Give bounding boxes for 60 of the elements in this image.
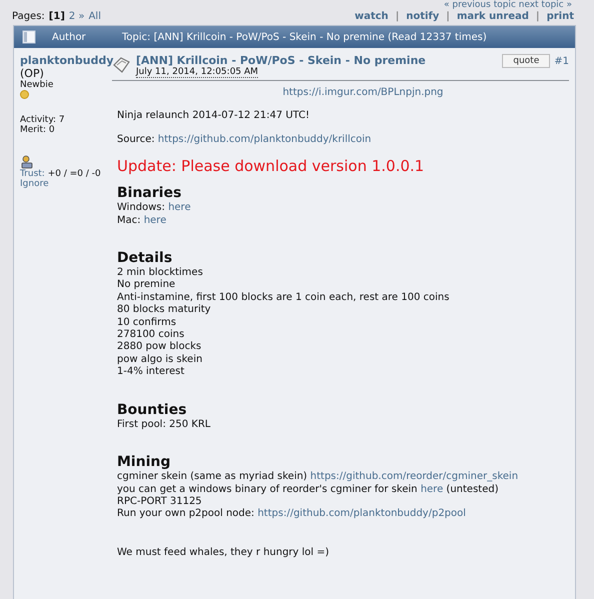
post-text: you can get a windows binary of reorder's cgminer for skein here (untested) <box>117 484 500 496</box>
rank-label: Newbie <box>20 80 54 90</box>
action-link[interactable]: print <box>546 11 574 22</box>
section-heading: Bounties <box>117 400 188 419</box>
ignore-link[interactable]: Ignore <box>20 179 49 189</box>
post-title-link[interactable]: [ANN] Krillcoin - PoW/PoS - Skein - No premine <box>136 54 426 67</box>
page-link[interactable]: 2 » <box>68 11 85 22</box>
post-text: Ninja relaunch 2014-07-12 21:47 UTC! <box>117 110 310 123</box>
post-text: RPC-PORT 31125 <box>117 496 203 508</box>
action-link[interactable]: watch <box>354 11 388 22</box>
post-text: cgminer skein (same as myriad skein) https://github.com/reorder/cgminer_skein <box>117 471 520 484</box>
separator: | <box>446 11 450 22</box>
post-text: 2 min blocktimes <box>117 267 204 279</box>
post-number-link[interactable]: #1 <box>554 56 569 67</box>
post-link[interactable]: here <box>144 214 166 226</box>
post-text: 1-4% interest <box>117 366 186 379</box>
section-heading: Binaries <box>117 184 182 202</box>
page-icon <box>22 30 36 44</box>
post-text: Mac: here <box>117 214 168 228</box>
post-text: 10 confirms <box>117 316 178 329</box>
separator: | <box>395 11 400 22</box>
user-icon[interactable] <box>20 155 34 169</box>
topic-navigation-link[interactable]: « previous topic next topic » <box>444 0 572 11</box>
post-text: Windows: here <box>117 202 192 215</box>
post-text: We must feed whales, they r hungry lol =) <box>117 546 330 560</box>
action-link[interactable]: mark unread <box>456 11 529 22</box>
separator: | <box>536 11 540 22</box>
section-heading: Mining <box>117 453 172 471</box>
post-link[interactable]: https://github.com/planktonbuddy/p2pool <box>258 508 466 520</box>
post-text: Anti-instamine, first 100 blocks are 1 coin each, rest are 100 coins <box>117 292 450 304</box>
image-link[interactable]: https://i.imgur.com/BPLnpjn.png <box>117 87 569 100</box>
post-link[interactable]: https://github.com/reorder/cgminer_skein <box>310 471 518 482</box>
author-column-heading: Author <box>52 32 87 42</box>
post-icon <box>112 56 132 74</box>
post-text: 278100 coins <box>117 329 186 341</box>
action-link[interactable]: notify <box>406 11 440 22</box>
username-link[interactable]: planktonbuddy <box>20 54 114 67</box>
op-tag: (OP) <box>20 67 44 80</box>
pages-label: Pages: <box>12 11 45 22</box>
current-page: [1] <box>48 11 65 22</box>
page-link[interactable]: All <box>88 11 101 22</box>
topic-heading: Topic: [ANN] Krillcoin - PoW/PoS - Skein - No premine (Read 12337 times) <box>122 32 487 42</box>
post-text: First pool: 250 KRL <box>117 418 212 432</box>
post-text: pow algo is skein <box>117 354 204 366</box>
activity-label: Activity: 7 <box>20 115 65 125</box>
merit-label: Merit: 0 <box>20 125 55 135</box>
post-text: 80 blocks maturity <box>117 304 212 317</box>
post-text: Run your own p2pool node: https://github.com/planktonbuddy/p2pool <box>117 508 467 521</box>
trust-score: Trust: +0 / =0 / -0 <box>20 169 101 179</box>
post-link[interactable]: https://github.com/planktonbuddy/krillcoin <box>158 134 372 145</box>
post-link[interactable]: here <box>420 484 444 494</box>
post-text: Source: https://github.com/planktonbuddy/krillcoin <box>117 134 372 146</box>
post-link[interactable]: here <box>168 202 191 214</box>
update-notice: Update: Please download version 1.0.0.1 <box>117 156 426 176</box>
quote-button[interactable]: quote <box>502 54 550 68</box>
section-heading: Details <box>117 249 174 267</box>
post-date: July 11, 2014, 12:05:05 AM <box>136 67 258 78</box>
post-text: No premine <box>117 279 176 292</box>
rank-coin-icon <box>20 90 29 99</box>
post-text: 2880 pow blocks <box>117 341 202 354</box>
